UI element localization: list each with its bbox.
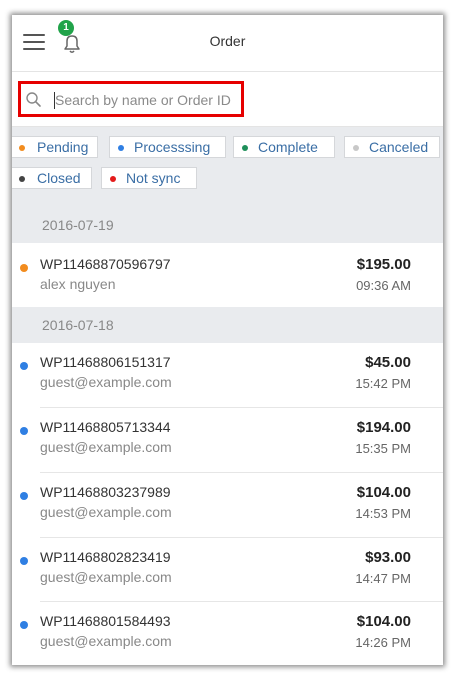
search-input[interactable]: [55, 90, 245, 110]
order-amount: $104.00: [356, 613, 411, 630]
order-row[interactable]: WP11468805713344 guest@example.com $194.…: [12, 408, 443, 472]
customer-name: alex nguyen: [40, 276, 116, 292]
order-row[interactable]: WP11468801584493 guest@example.com $104.…: [12, 602, 443, 665]
status-dot-icon: [20, 621, 28, 629]
order-time: 15:42 PM: [355, 376, 411, 391]
filter-chip-canceled[interactable]: Canceled: [344, 136, 440, 158]
customer-name: guest@example.com: [40, 504, 172, 520]
status-filter-bar: Pending Processsing Complete Canceled Cl…: [12, 127, 443, 210]
order-row[interactable]: WP11468870596797 alex nguyen $195.00 09:…: [12, 243, 443, 307]
status-dot-icon: [110, 176, 116, 182]
order-row[interactable]: WP11468806151317 guest@example.com $45.0…: [12, 343, 443, 407]
status-dot-icon: [20, 427, 28, 435]
customer-name: guest@example.com: [40, 569, 172, 585]
status-dot-icon: [20, 557, 28, 565]
header-divider: [12, 71, 443, 72]
order-id: WP11468870596797: [40, 256, 171, 272]
date-section-header: 2016-07-18: [12, 307, 443, 343]
status-dot-icon: [242, 145, 248, 151]
filter-chip-label: Closed: [37, 170, 81, 186]
search-icon: [26, 92, 41, 107]
date-section-header: 2016-07-19: [12, 207, 443, 243]
status-dot-icon: [20, 492, 28, 500]
order-id: WP11468806151317: [40, 354, 171, 370]
customer-name: guest@example.com: [40, 633, 172, 649]
order-id: WP11468801584493: [40, 613, 171, 629]
app-header: 1 Order: [12, 15, 443, 71]
status-dot-icon: [20, 362, 28, 370]
order-amount: $194.00: [356, 419, 411, 436]
order-time: 14:53 PM: [355, 506, 411, 521]
section-date: 2016-07-19: [42, 217, 114, 233]
order-amount: $93.00: [365, 549, 411, 566]
status-dot-icon: [118, 145, 124, 151]
customer-name: guest@example.com: [40, 439, 172, 455]
order-id: WP11468805713344: [40, 419, 171, 435]
filter-chip-label: Pending: [37, 139, 89, 155]
customer-name: guest@example.com: [40, 374, 172, 390]
order-id: WP11468802823419: [40, 549, 171, 565]
filter-chip-complete[interactable]: Complete: [233, 136, 335, 158]
status-dot-icon: [20, 264, 28, 272]
status-dot-icon: [19, 176, 25, 182]
search-box: [18, 81, 245, 117]
order-time: 15:35 PM: [355, 441, 411, 456]
order-row[interactable]: WP11468802823419 guest@example.com $93.0…: [12, 538, 443, 602]
order-time: 14:47 PM: [355, 571, 411, 586]
app-frame: 1 Order Pending Processsing Complete Can…: [12, 15, 443, 665]
filter-chip-processing[interactable]: Processsing: [109, 136, 226, 158]
filter-chip-label: Canceled: [369, 139, 429, 155]
filter-chip-pending[interactable]: Pending: [12, 136, 98, 158]
status-dot-icon: [19, 145, 25, 151]
order-row[interactable]: WP11468803237989 guest@example.com $104.…: [12, 473, 443, 537]
status-dot-icon: [353, 145, 359, 151]
order-id: WP11468803237989: [40, 484, 171, 500]
filter-chip-label: Complete: [258, 139, 318, 155]
order-amount: $104.00: [356, 484, 411, 501]
filter-chip-label: Processsing: [134, 139, 211, 155]
section-date: 2016-07-18: [42, 317, 114, 333]
filter-chip-label: Not sync: [126, 170, 181, 186]
page-title: Order: [209, 33, 246, 49]
order-amount: $195.00: [356, 256, 411, 273]
order-time: 14:26 PM: [355, 635, 411, 650]
order-time: 09:36 AM: [356, 278, 411, 293]
filter-chip-closed[interactable]: Closed: [12, 167, 92, 189]
filter-chip-not-sync[interactable]: Not sync: [101, 167, 197, 189]
order-amount: $45.00: [365, 354, 411, 371]
